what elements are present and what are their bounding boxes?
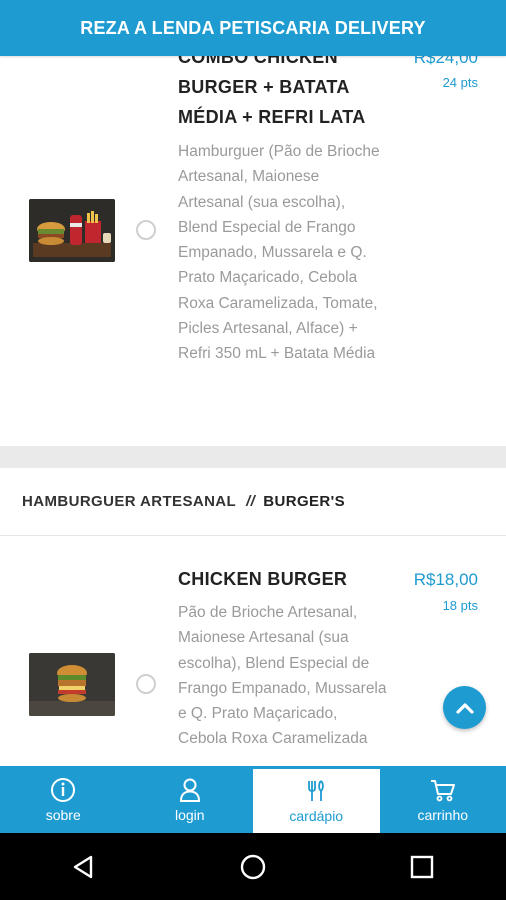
product-combo-chicken-burger[interactable]: COMBO CHICKEN BURGER + BATATA MÉDIA + RE…: [0, 0, 506, 446]
section-title: HAMBURGUER ARTESANAL: [22, 493, 237, 510]
home-icon: [240, 854, 266, 879]
section-subtitle: BURGER'S: [263, 493, 346, 510]
product-points: 24 pts: [442, 75, 478, 90]
tab-label: login: [174, 806, 205, 823]
product-price: R$18,00: [413, 570, 478, 589]
tab-label: carrinho: [417, 806, 469, 823]
user-icon: [179, 778, 200, 802]
nav-back-button[interactable]: [54, 837, 114, 897]
product-description: Pão de Brioche Artesanal, Maionese Artes…: [178, 604, 387, 748]
tab-sobre[interactable]: sobre: [0, 766, 127, 833]
section-separator: //: [246, 493, 256, 510]
product-name: CHICKEN BURGER: [178, 569, 348, 589]
section-header: HAMBURGUER ARTESANAL // BURGER'S: [0, 468, 506, 536]
product-points: 18 pts: [442, 598, 478, 613]
tab-label: cardápio: [289, 808, 344, 824]
bottom-tab-bar: sobre login cardápio carrinho: [0, 766, 506, 833]
product-select-radio[interactable]: [136, 220, 156, 240]
cutlery-icon: [308, 780, 325, 801]
cart-icon: [430, 779, 455, 801]
nav-home-button[interactable]: [223, 837, 283, 897]
scroll-to-top-button[interactable]: [443, 686, 486, 729]
chicken-burger-photo-icon: [29, 653, 115, 716]
tab-login[interactable]: login: [127, 766, 254, 833]
info-icon: [51, 777, 76, 802]
section-divider: [0, 446, 506, 468]
app-header: REZA A LENDA PETISCARIA DELIVERY: [0, 0, 506, 56]
system-navigation-bar: [0, 833, 506, 900]
tab-cardapio[interactable]: cardápio: [253, 766, 380, 833]
app-title: REZA A LENDA PETISCARIA DELIVERY: [80, 17, 426, 38]
chevron-up-icon: [455, 702, 474, 714]
menu-scroll-area[interactable]: COMBO CHICKEN BURGER + BATATA MÉDIA + RE…: [0, 0, 506, 766]
product-description: Hamburguer (Pão de Brioche Artesanal, Ma…: [178, 143, 380, 363]
combo-burger-photo-icon: [29, 199, 115, 262]
product-select-radio[interactable]: [136, 674, 156, 694]
back-icon: [74, 855, 93, 878]
tab-label: sobre: [45, 806, 81, 823]
product-image[interactable]: [29, 653, 115, 716]
product-chicken-burger[interactable]: CHICKEN BURGER R$18,00 18 pts Pão de Bri…: [0, 537, 506, 766]
recents-icon: [410, 855, 433, 878]
tab-carrinho[interactable]: carrinho: [380, 766, 506, 833]
nav-recents-button[interactable]: [392, 837, 452, 897]
product-image[interactable]: [29, 199, 115, 262]
